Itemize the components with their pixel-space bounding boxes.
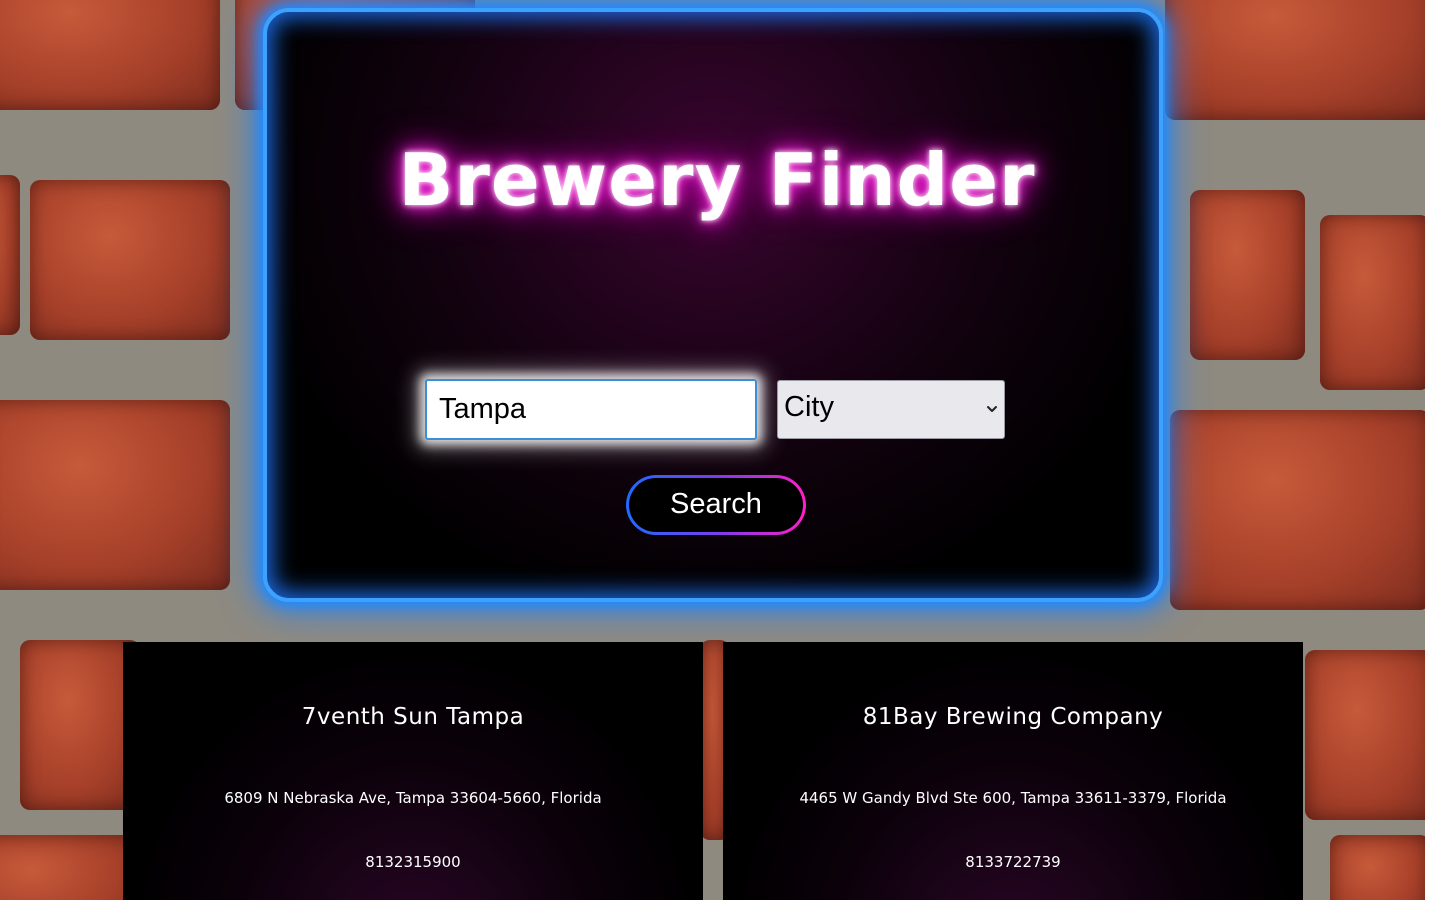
- search-input[interactable]: [425, 379, 757, 440]
- page-title: Brewery Finder: [398, 138, 1036, 222]
- brewery-phone: 8132315900: [365, 853, 461, 871]
- search-panel: Brewery Finder City Search: [263, 8, 1163, 602]
- search-button[interactable]: Search: [626, 475, 806, 535]
- filter-type-select[interactable]: City: [777, 380, 1005, 439]
- brewery-phone: 8133722739: [965, 853, 1061, 871]
- brewery-card: 81Bay Brewing Company 4465 W Gandy Blvd …: [723, 642, 1303, 900]
- chevron-down-icon: [987, 406, 997, 412]
- brewery-address: 6809 N Nebraska Ave, Tampa 33604-5660, F…: [224, 789, 602, 807]
- page-edge: [1425, 0, 1429, 900]
- brewery-card: 7venth Sun Tampa 6809 N Nebraska Ave, Ta…: [123, 642, 703, 900]
- brewery-name: 81Bay Brewing Company: [862, 704, 1164, 730]
- brewery-address: 4465 W Gandy Blvd Ste 600, Tampa 33611-3…: [799, 789, 1227, 807]
- filter-type-selected-value: City: [784, 391, 834, 423]
- brewery-name: 7venth Sun Tampa: [301, 704, 525, 730]
